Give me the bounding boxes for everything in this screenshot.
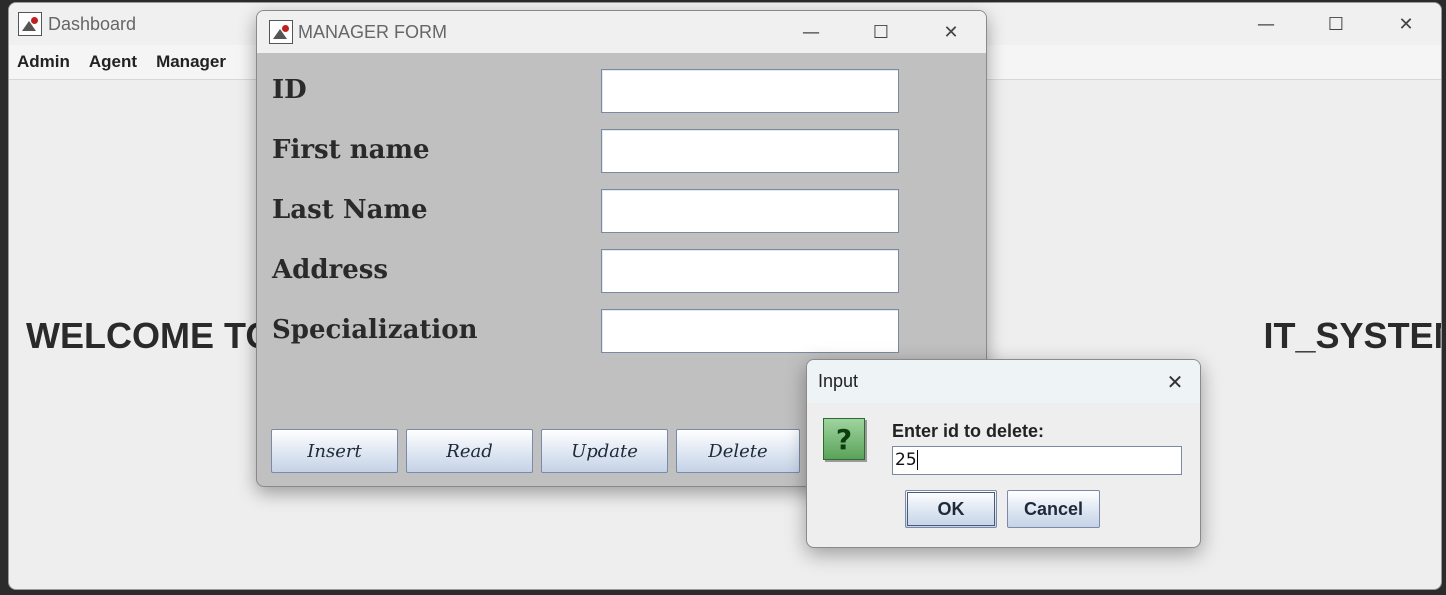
menu-manager[interactable]: Manager [156, 52, 226, 72]
maximize-icon[interactable]: ☐ [846, 11, 916, 53]
input-dialog-title: Input [818, 371, 859, 391]
java-app-icon [18, 12, 42, 36]
form-row-last-name: Last Name [272, 189, 902, 233]
manager-form-window-controls: — ☐ ✕ [776, 11, 986, 53]
minimize-icon[interactable]: — [1231, 3, 1301, 45]
dashboard-title: Dashboard [48, 13, 137, 34]
last-name-field[interactable] [601, 189, 899, 233]
menu-admin[interactable]: Admin [17, 52, 70, 72]
first-name-label: First name [272, 135, 430, 165]
manager-form-title: MANAGER FORM [298, 21, 448, 42]
first-name-field[interactable] [601, 129, 899, 173]
last-name-label: Last Name [272, 195, 428, 225]
java-app-icon [269, 20, 293, 44]
close-icon[interactable]: ✕ [1150, 360, 1200, 403]
dashboard-window-controls: — ☐ ✕ [1231, 3, 1441, 45]
address-field[interactable] [601, 249, 899, 293]
close-icon[interactable]: ✕ [916, 11, 986, 53]
update-button[interactable]: Update [541, 429, 668, 473]
delete-prompt-label: Enter id to delete: [892, 421, 1045, 441]
id-label: ID [272, 75, 307, 105]
maximize-icon[interactable]: ☐ [1301, 3, 1371, 45]
form-row-specialization: Specialization [272, 309, 902, 353]
read-button[interactable]: Read [406, 429, 533, 473]
delete-id-input[interactable]: 25 [892, 446, 1182, 475]
menu-agent[interactable]: Agent [89, 52, 137, 72]
form-row-address: Address [272, 249, 902, 293]
delete-id-value: 25 [895, 450, 917, 470]
specialization-field[interactable] [601, 309, 899, 353]
address-label: Address [272, 255, 389, 285]
specialization-label: Specialization [272, 315, 478, 345]
text-caret [916, 450, 918, 470]
form-row-id: ID [272, 69, 902, 113]
id-field[interactable] [601, 69, 899, 113]
minimize-icon[interactable]: — [776, 11, 846, 53]
close-icon[interactable]: ✕ [1371, 3, 1441, 45]
manager-form-titlebar[interactable]: MANAGER FORM — ☐ ✕ [257, 11, 986, 53]
question-icon: ? [823, 418, 865, 460]
input-dialog-titlebar[interactable]: Input ✕ [807, 360, 1200, 403]
delete-button[interactable]: Delete [676, 429, 800, 473]
form-row-first-name: First name [272, 129, 902, 173]
insert-button[interactable]: Insert [271, 429, 398, 473]
form-button-row: Insert Read Update Delete [271, 429, 808, 473]
cancel-button[interactable]: Cancel [1007, 490, 1100, 528]
input-dialog: Input ✕ ? Enter id to delete: 25 OK Canc… [806, 359, 1201, 548]
ok-button[interactable]: OK [905, 490, 997, 528]
